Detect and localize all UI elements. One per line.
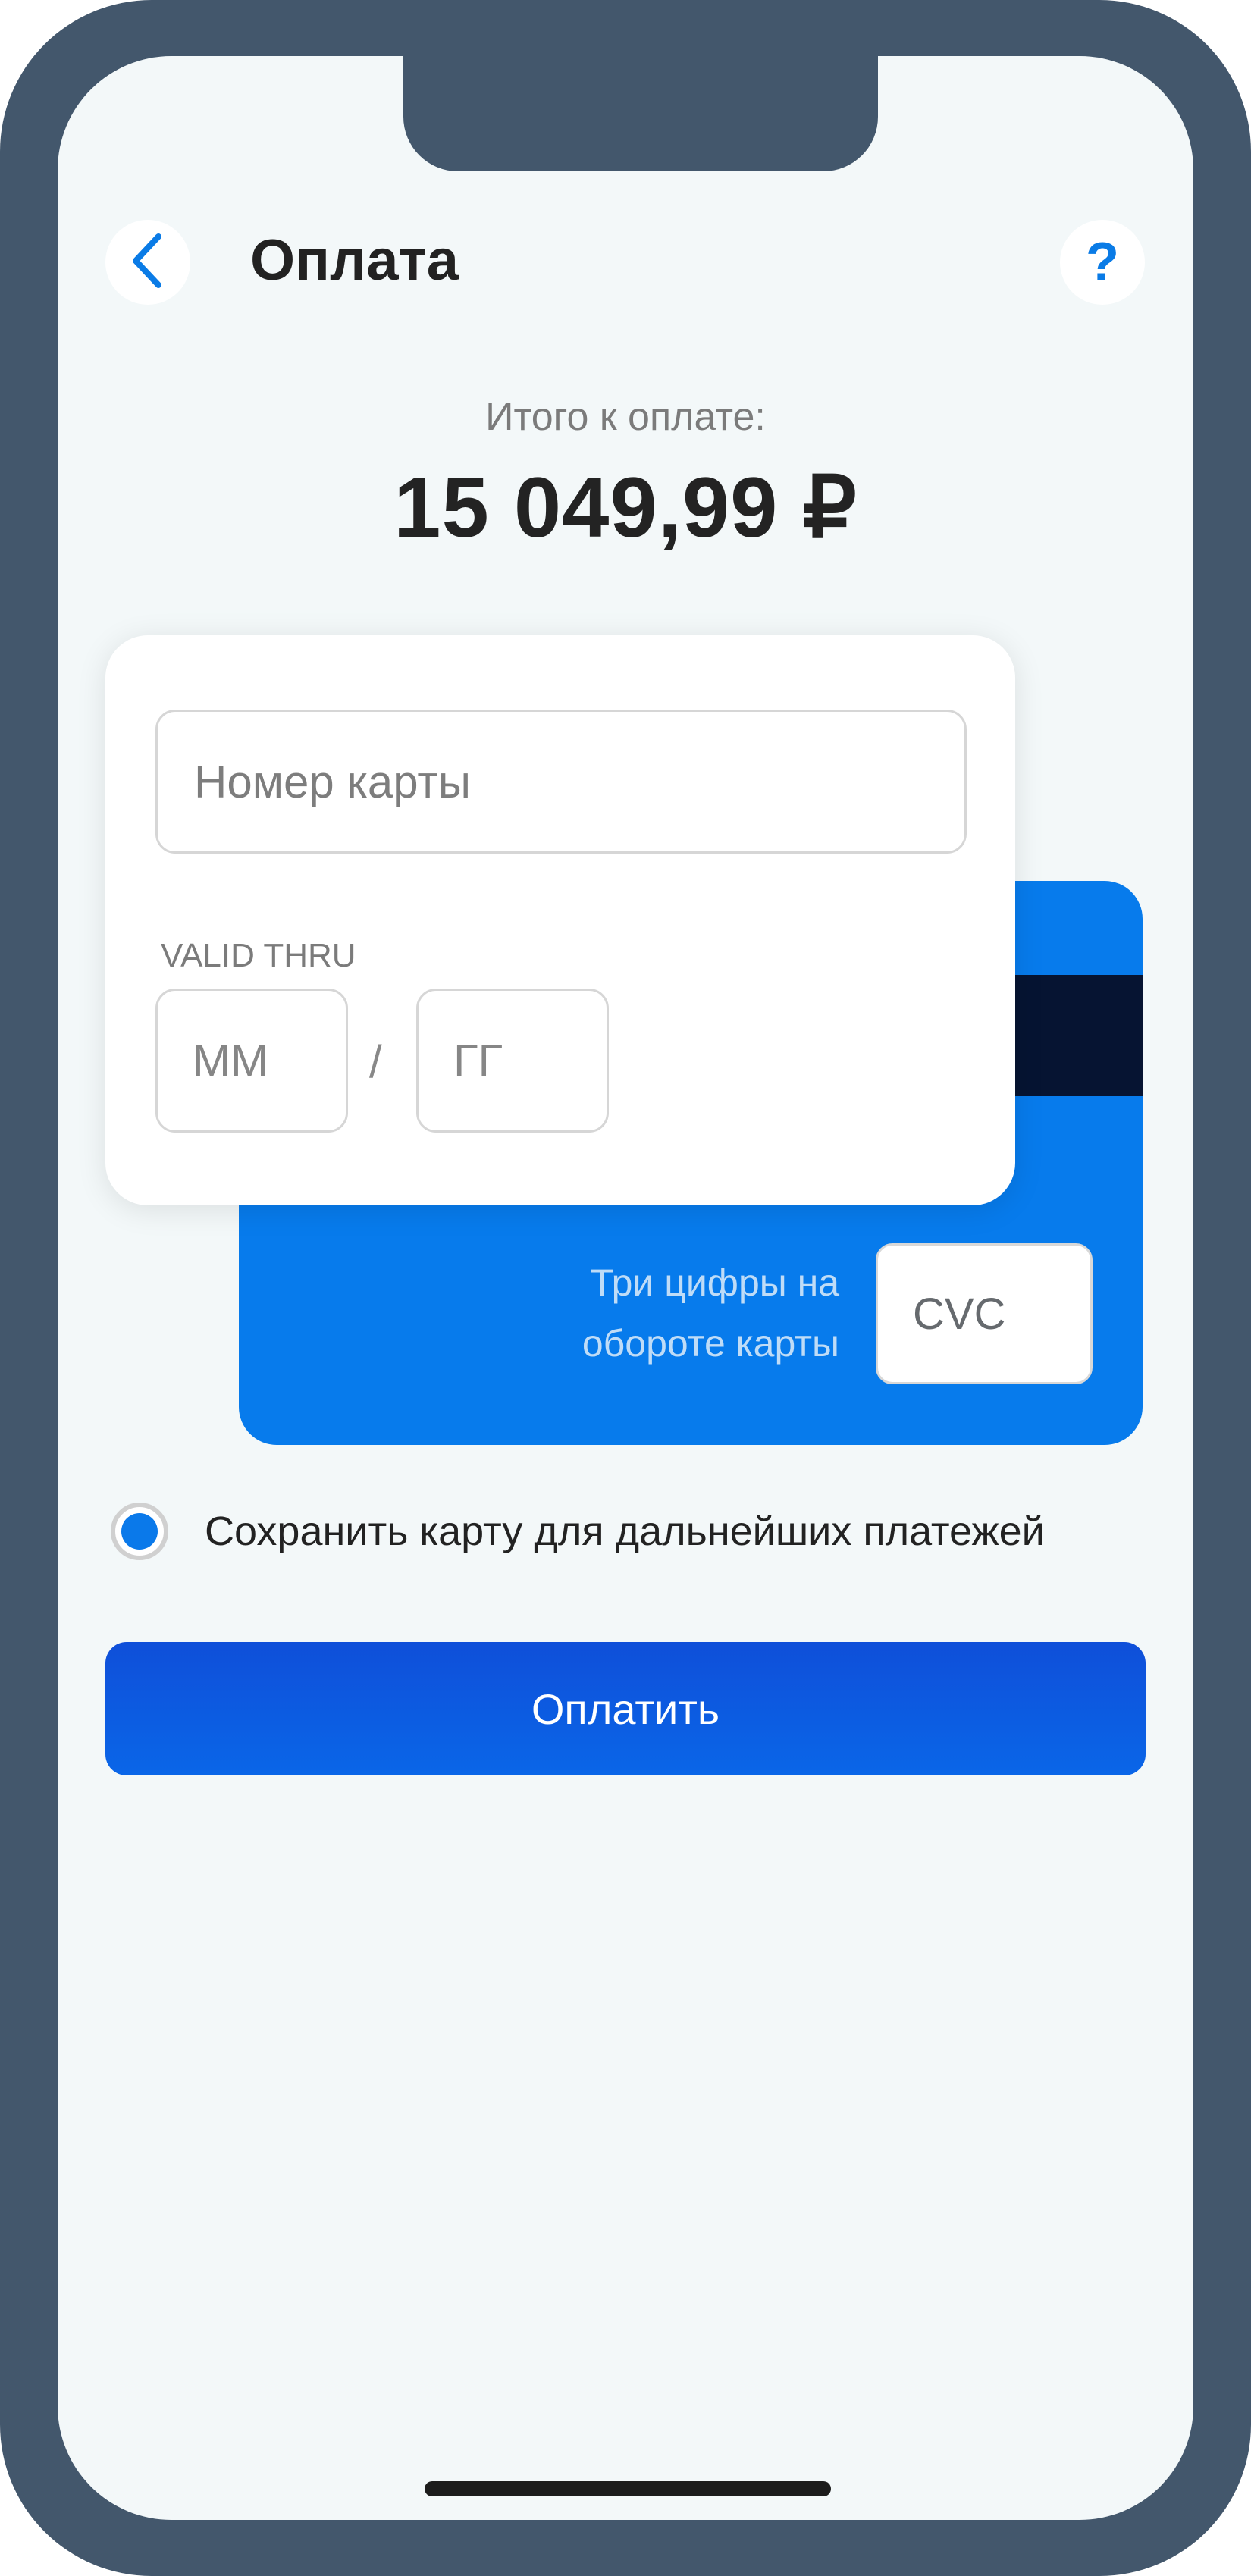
cvc-hint: Три цифры на обороте карты xyxy=(582,1252,839,1374)
card-front: VALID THRU / xyxy=(105,635,1015,1205)
save-card-label: Сохранить карту для дальнейших платежей xyxy=(205,1509,1045,1554)
total-amount: 15 049,99 ₽ xyxy=(393,460,858,555)
expiry-year-input[interactable] xyxy=(416,989,609,1133)
chevron-left-icon xyxy=(127,230,169,295)
valid-thru-label: VALID THRU xyxy=(161,937,356,974)
cvc-hint-line1: Три цифры на xyxy=(590,1261,839,1304)
question-mark-icon: ? xyxy=(1086,232,1119,293)
save-card-radio[interactable] xyxy=(111,1503,168,1560)
back-button[interactable] xyxy=(105,220,190,305)
save-card-option[interactable]: Сохранить карту для дальнейших платежей xyxy=(111,1503,1045,1560)
page-title: Оплата xyxy=(250,228,459,293)
cvc-hint-line2: обороте карты xyxy=(582,1322,839,1365)
date-separator: / xyxy=(369,1036,382,1087)
card-number-input[interactable] xyxy=(155,710,967,854)
cvc-input[interactable] xyxy=(876,1243,1093,1384)
pay-button[interactable]: Оплатить xyxy=(105,1642,1146,1775)
radio-selected-dot xyxy=(121,1513,158,1550)
total-label: Итого к оплате: xyxy=(485,395,766,439)
help-button[interactable]: ? xyxy=(1060,220,1145,305)
home-indicator xyxy=(425,2481,831,2496)
expiry-month-input[interactable] xyxy=(155,989,348,1133)
notch xyxy=(403,56,878,171)
